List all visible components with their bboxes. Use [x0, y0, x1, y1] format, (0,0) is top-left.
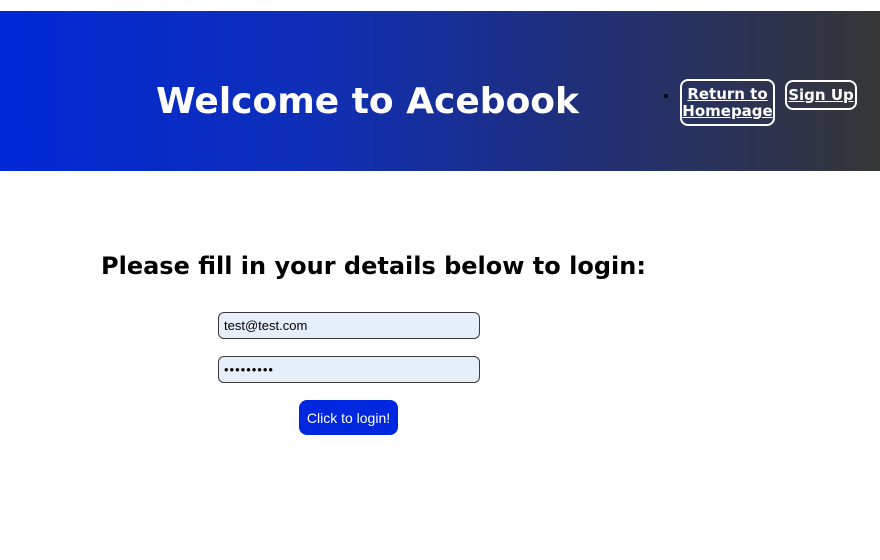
site-header: Welcome to Acebook Return to Homepage Si… — [0, 11, 880, 171]
login-button[interactable]: Click to login! — [299, 400, 398, 435]
page-title: Welcome to Acebook — [156, 81, 579, 122]
sign-up-link[interactable]: Sign Up — [785, 79, 857, 110]
password-field[interactable] — [218, 356, 480, 383]
header-nav: Return to Homepage Sign Up — [664, 79, 857, 126]
email-field[interactable] — [218, 312, 480, 339]
login-prompt: Please fill in your details below to log… — [101, 252, 646, 280]
return-to-homepage-link[interactable]: Return to Homepage — [680, 79, 775, 126]
list-bullet — [664, 93, 668, 98]
